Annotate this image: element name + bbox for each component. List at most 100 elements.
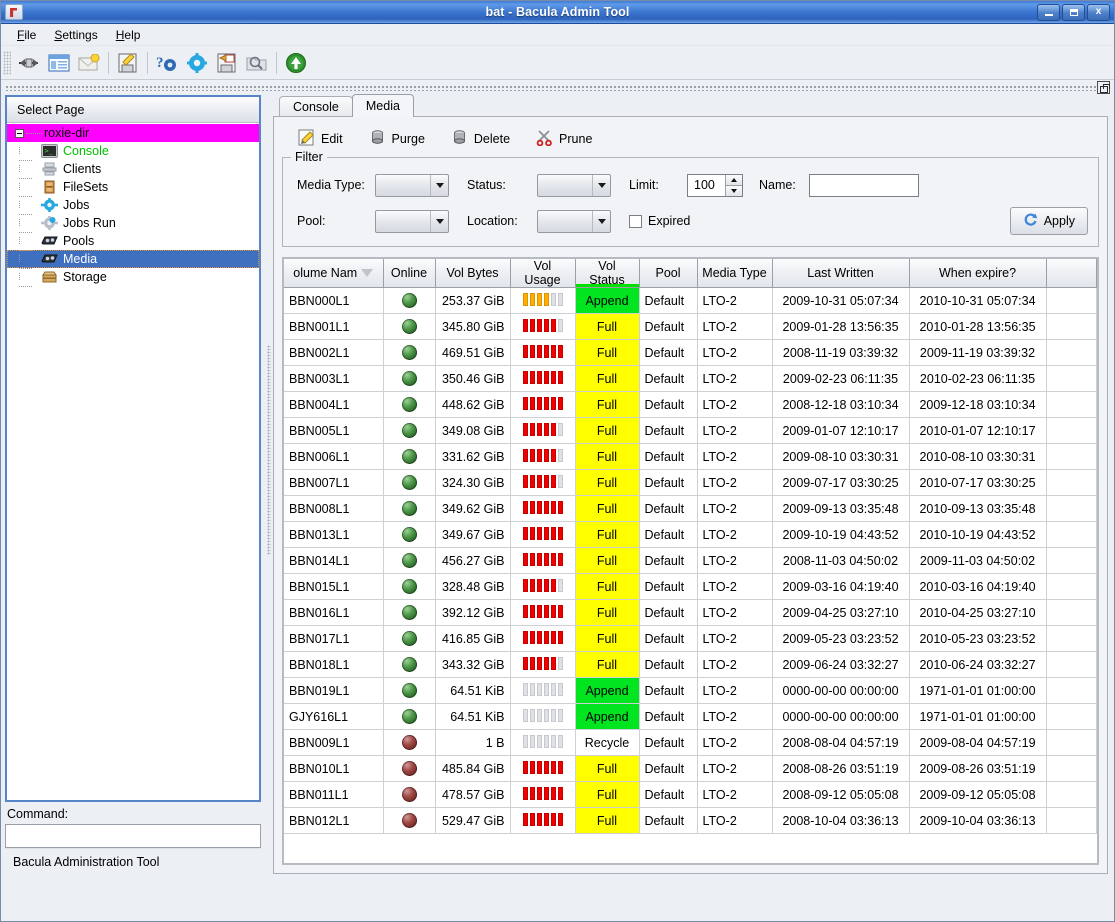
cell-vol-usage (510, 730, 575, 756)
table-row[interactable]: BBN019L164.51 KiBAppendDefaultLTO-20000-… (284, 678, 1097, 704)
column-header-vol-status[interactable]: Vol Status (575, 259, 639, 288)
command-input[interactable] (5, 824, 261, 848)
table-row[interactable]: BBN000L1253.37 GiBAppendDefaultLTO-22009… (284, 288, 1097, 314)
table-row[interactable]: BBN005L1349.08 GiBFullDefaultLTO-22009-0… (284, 418, 1097, 444)
apply-button[interactable]: Apply (1010, 207, 1088, 235)
status-select[interactable] (537, 174, 611, 197)
usage-segment (558, 553, 563, 566)
cell-last-written: 2009-01-07 12:10:17 (772, 418, 909, 444)
table-row[interactable]: GJY616L164.51 KiBAppendDefaultLTO-20000-… (284, 704, 1097, 730)
purge-button[interactable]: Purge (369, 129, 425, 149)
gear-icon[interactable] (182, 49, 212, 77)
table-row[interactable]: BBN009L11 BRecycleDefaultLTO-22008-08-04… (284, 730, 1097, 756)
usage-segment (530, 553, 535, 566)
column-header-media-type[interactable]: Media Type (697, 259, 772, 288)
column-header-vol-usage[interactable]: Vol Usage (510, 259, 575, 288)
cell-filler (1046, 288, 1097, 314)
tab-media[interactable]: Media (352, 94, 414, 117)
messages-icon[interactable] (74, 49, 104, 77)
sidebar-item-roxie-dir[interactable]: roxie-dir (7, 124, 259, 142)
cell-filler (1046, 366, 1097, 392)
cell-vol-bytes: 350.46 GiB (435, 366, 510, 392)
table-row[interactable]: BBN006L1331.62 GiBFullDefaultLTO-22009-0… (284, 444, 1097, 470)
table-row[interactable]: BBN010L1485.84 GiBFullDefaultLTO-22008-0… (284, 756, 1097, 782)
media-type-select[interactable] (375, 174, 449, 197)
cell-last-written: 2009-07-17 03:30:25 (772, 470, 909, 496)
table-row[interactable]: BBN017L1416.85 GiBFullDefaultLTO-22009-0… (284, 626, 1097, 652)
usage-segment (537, 657, 542, 670)
close-button[interactable]: x (1087, 4, 1110, 21)
cell-when-expire: 2010-07-17 03:30:25 (909, 470, 1046, 496)
svg-text:>_: >_ (45, 147, 54, 155)
edit-button-label: Edit (321, 132, 343, 146)
up-arrow-icon[interactable] (281, 49, 311, 77)
toolbar-drag-grip[interactable] (3, 51, 11, 75)
table-row[interactable]: BBN015L1328.48 GiBFullDefaultLTO-22009-0… (284, 574, 1097, 600)
table-row[interactable]: BBN014L1456.27 GiBFullDefaultLTO-22008-1… (284, 548, 1097, 574)
usage-segment (558, 761, 563, 774)
limit-spin-buttons[interactable] (725, 175, 742, 196)
sidebar-item-jobs-run[interactable]: Jobs Run (7, 214, 259, 232)
online-led-icon (402, 475, 417, 490)
browse-icon[interactable] (242, 49, 272, 77)
location-select[interactable] (537, 210, 611, 233)
table-row[interactable]: BBN004L1448.62 GiBFullDefaultLTO-22008-1… (284, 392, 1097, 418)
sidebar-item-clients[interactable]: Clients (7, 160, 259, 178)
connect-icon[interactable] (14, 49, 44, 77)
delete-button[interactable]: Delete (451, 129, 510, 149)
console-window-icon[interactable] (44, 49, 74, 77)
sidebar-item-jobs[interactable]: Jobs (7, 196, 259, 214)
dock-drag-grip[interactable] (5, 84, 1097, 91)
column-header-pool[interactable]: Pool (639, 259, 697, 288)
splitter-grip[interactable] (267, 345, 271, 555)
sidebar-item-label: Console (63, 144, 109, 158)
table-row[interactable]: BBN007L1324.30 GiBFullDefaultLTO-22009-0… (284, 470, 1097, 496)
question-gear-icon[interactable]: ? (152, 49, 182, 77)
tree-expander-icon[interactable] (15, 129, 24, 138)
minimize-button[interactable] (1037, 4, 1060, 21)
column-header-online[interactable]: Online (383, 259, 435, 288)
expired-checkbox[interactable] (629, 215, 642, 228)
table-row[interactable]: BBN016L1392.12 GiBFullDefaultLTO-22009-0… (284, 600, 1097, 626)
pane-splitter[interactable] (265, 95, 273, 874)
tab-console[interactable]: Console (279, 96, 353, 117)
cell-volume-name: BBN007L1 (284, 470, 383, 496)
float-undock-button[interactable] (1097, 81, 1110, 94)
column-header-volume-name[interactable]: olume Nam (284, 259, 383, 288)
sidebar-item-pools[interactable]: Pools (7, 232, 259, 250)
toolbar-separator (276, 52, 277, 74)
sidebar-item-filesets[interactable]: FileSets (7, 178, 259, 196)
table-row[interactable]: BBN012L1529.47 GiBFullDefaultLTO-22008-1… (284, 808, 1097, 834)
sidebar-item-media[interactable]: Media (7, 250, 259, 268)
spin-down-icon[interactable] (725, 185, 742, 196)
restore-icon[interactable] (113, 49, 143, 77)
usage-segment (551, 553, 556, 566)
prune-button[interactable]: Prune (536, 129, 592, 149)
table-row[interactable]: BBN001L1345.80 GiBFullDefaultLTO-22009-0… (284, 314, 1097, 340)
table-row[interactable]: BBN003L1350.46 GiBFullDefaultLTO-22009-0… (284, 366, 1097, 392)
menu-help[interactable]: Help (108, 26, 149, 44)
table-row[interactable]: BBN018L1343.32 GiBFullDefaultLTO-22009-0… (284, 652, 1097, 678)
spin-up-icon[interactable] (725, 175, 742, 185)
edit-button[interactable]: Edit (298, 129, 343, 149)
table-row[interactable]: BBN011L1478.57 GiBFullDefaultLTO-22008-0… (284, 782, 1097, 808)
table-row[interactable]: BBN008L1349.62 GiBFullDefaultLTO-22009-0… (284, 496, 1097, 522)
table-row[interactable]: BBN002L1469.51 GiBFullDefaultLTO-22008-1… (284, 340, 1097, 366)
menu-settings[interactable]: Settings (46, 26, 105, 44)
limit-stepper[interactable]: 100 (687, 174, 743, 197)
name-input[interactable] (809, 174, 919, 197)
usage-segment (544, 293, 549, 306)
column-header-last-written[interactable]: Last Written (772, 259, 909, 288)
sidebar-item-console[interactable]: >_ Console (7, 142, 259, 160)
cell-online (383, 782, 435, 808)
table-row[interactable]: BBN013L1349.67 GiBFullDefaultLTO-22009-1… (284, 522, 1097, 548)
cell-online (383, 444, 435, 470)
column-header-vol-bytes[interactable]: Vol Bytes (435, 259, 510, 288)
maximize-button[interactable] (1062, 4, 1085, 21)
save-run-icon[interactable] (212, 49, 242, 77)
menu-file[interactable]: File (9, 26, 44, 44)
sidebar-item-storage[interactable]: Storage (7, 268, 259, 286)
media-table-container[interactable]: olume Nam Online Vol Bytes Vol Usage Vol… (282, 257, 1099, 865)
pool-select[interactable] (375, 210, 449, 233)
column-header-when-expire[interactable]: When expire? (909, 259, 1046, 288)
